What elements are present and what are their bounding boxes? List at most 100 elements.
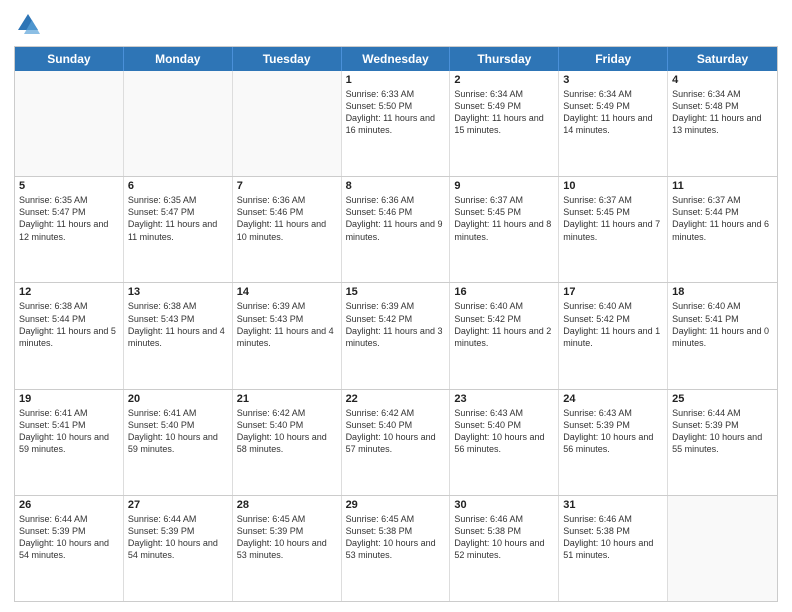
calendar-cell-day-15: 15 Sunrise: 6:39 AM Sunset: 5:42 PM Dayli… xyxy=(342,283,451,388)
cell-info: Sunrise: 6:39 AM Sunset: 5:42 PM Dayligh… xyxy=(346,300,446,349)
header-day-tuesday: Tuesday xyxy=(233,47,342,71)
day-number: 22 xyxy=(346,393,446,405)
calendar-cell-day-2: 2 Sunrise: 6:34 AM Sunset: 5:49 PM Daylig… xyxy=(450,71,559,176)
cell-info: Sunrise: 6:44 AM Sunset: 5:39 PM Dayligh… xyxy=(128,513,228,562)
calendar-cell-day-6: 6 Sunrise: 6:35 AM Sunset: 5:47 PM Daylig… xyxy=(124,177,233,282)
cell-info: Sunrise: 6:40 AM Sunset: 5:41 PM Dayligh… xyxy=(672,300,773,349)
cell-info: Sunrise: 6:35 AM Sunset: 5:47 PM Dayligh… xyxy=(128,194,228,243)
cell-info: Sunrise: 6:34 AM Sunset: 5:49 PM Dayligh… xyxy=(563,88,663,137)
calendar-cell-day-16: 16Sunrise: 6:40 AM Sunset: 5:42 PM Dayli… xyxy=(450,283,559,388)
day-number: 30 xyxy=(454,499,554,511)
calendar-cell-empty xyxy=(15,71,124,176)
page: SundayMondayTuesdayWednesdayThursdayFrid… xyxy=(0,0,792,612)
cell-info: Sunrise: 6:45 AM Sunset: 5:39 PM Dayligh… xyxy=(237,513,337,562)
calendar-cell-day-9: 9 Sunrise: 6:37 AM Sunset: 5:45 PM Daylig… xyxy=(450,177,559,282)
calendar-cell-day-20: 20 Sunrise: 6:41 AM Sunset: 5:40 PM Dayli… xyxy=(124,390,233,495)
cell-info: Sunrise: 6:34 AM Sunset: 5:48 PM Dayligh… xyxy=(672,88,773,137)
cell-info: Sunrise: 6:39 AM Sunset: 5:43 PM Dayligh… xyxy=(237,300,337,349)
header-day-wednesday: Wednesday xyxy=(342,47,451,71)
cell-info: Sunrise: 6:46 AM Sunset: 5:38 PM Dayligh… xyxy=(454,513,554,562)
header-day-saturday: Saturday xyxy=(668,47,777,71)
cell-info: Sunrise: 6:42 AM Sunset: 5:40 PM Dayligh… xyxy=(346,407,446,456)
day-number: 3 xyxy=(563,74,663,86)
day-number: 19 xyxy=(19,393,119,405)
cell-info: Sunrise: 6:34 AM Sunset: 5:49 PM Dayligh… xyxy=(454,88,554,137)
cell-info: Sunrise: 6:37 AM Sunset: 5:45 PM Dayligh… xyxy=(563,194,663,243)
calendar-cell-day-22: 22 Sunrise: 6:42 AM Sunset: 5:40 PM Dayli… xyxy=(342,390,451,495)
day-number: 15 xyxy=(346,286,446,298)
calendar-cell-day-8: 8Sunrise: 6:36 AM Sunset: 5:46 PM Daylig… xyxy=(342,177,451,282)
day-number: 28 xyxy=(237,499,337,511)
cell-info: Sunrise: 6:40 AM Sunset: 5:42 PM Dayligh… xyxy=(563,300,663,349)
cell-info: Sunrise: 6:45 AM Sunset: 5:38 PM Dayligh… xyxy=(346,513,446,562)
header-day-monday: Monday xyxy=(124,47,233,71)
calendar-row-3: 12Sunrise: 6:38 AM Sunset: 5:44 PM Dayli… xyxy=(15,282,777,388)
day-number: 25 xyxy=(672,393,773,405)
header-day-friday: Friday xyxy=(559,47,668,71)
calendar-cell-day-3: 3 Sunrise: 6:34 AM Sunset: 5:49 PM Daylig… xyxy=(559,71,668,176)
logo-icon xyxy=(14,10,42,38)
calendar-row-5: 26 Sunrise: 6:44 AM Sunset: 5:39 PM Dayli… xyxy=(15,495,777,601)
day-number: 13 xyxy=(128,286,228,298)
calendar-cell-day-19: 19 Sunrise: 6:41 AM Sunset: 5:41 PM Dayli… xyxy=(15,390,124,495)
calendar-cell-day-24: 24 Sunrise: 6:43 AM Sunset: 5:39 PM Dayli… xyxy=(559,390,668,495)
calendar-cell-day-13: 13 Sunrise: 6:38 AM Sunset: 5:43 PM Dayli… xyxy=(124,283,233,388)
calendar-cell-empty xyxy=(233,71,342,176)
day-number: 21 xyxy=(237,393,337,405)
calendar-cell-day-12: 12Sunrise: 6:38 AM Sunset: 5:44 PM Dayli… xyxy=(15,283,124,388)
cell-info: Sunrise: 6:41 AM Sunset: 5:40 PM Dayligh… xyxy=(128,407,228,456)
day-number: 10 xyxy=(563,180,663,192)
day-number: 29 xyxy=(346,499,446,511)
day-number: 17 xyxy=(563,286,663,298)
calendar-cell-day-7: 7Sunrise: 6:36 AM Sunset: 5:46 PM Daylig… xyxy=(233,177,342,282)
calendar-cell-day-26: 26 Sunrise: 6:44 AM Sunset: 5:39 PM Dayli… xyxy=(15,496,124,601)
calendar-row-1: 1Sunrise: 6:33 AM Sunset: 5:50 PM Daylig… xyxy=(15,71,777,176)
calendar-cell-day-11: 11 Sunrise: 6:37 AM Sunset: 5:44 PM Dayli… xyxy=(668,177,777,282)
calendar-row-4: 19 Sunrise: 6:41 AM Sunset: 5:41 PM Dayli… xyxy=(15,389,777,495)
calendar-cell-day-17: 17 Sunrise: 6:40 AM Sunset: 5:42 PM Dayli… xyxy=(559,283,668,388)
cell-info: Sunrise: 6:38 AM Sunset: 5:43 PM Dayligh… xyxy=(128,300,228,349)
cell-info: Sunrise: 6:46 AM Sunset: 5:38 PM Dayligh… xyxy=(563,513,663,562)
calendar-cell-day-4: 4 Sunrise: 6:34 AM Sunset: 5:48 PM Daylig… xyxy=(668,71,777,176)
calendar-cell-day-25: 25 Sunrise: 6:44 AM Sunset: 5:39 PM Dayli… xyxy=(668,390,777,495)
day-number: 20 xyxy=(128,393,228,405)
calendar-cell-day-5: 5Sunrise: 6:35 AM Sunset: 5:47 PM Daylig… xyxy=(15,177,124,282)
cell-info: Sunrise: 6:44 AM Sunset: 5:39 PM Dayligh… xyxy=(19,513,119,562)
header xyxy=(14,10,778,38)
cell-info: Sunrise: 6:37 AM Sunset: 5:45 PM Dayligh… xyxy=(454,194,554,243)
day-number: 26 xyxy=(19,499,119,511)
logo xyxy=(14,10,46,38)
day-number: 11 xyxy=(672,180,773,192)
calendar-cell-day-10: 10 Sunrise: 6:37 AM Sunset: 5:45 PM Dayli… xyxy=(559,177,668,282)
day-number: 4 xyxy=(672,74,773,86)
day-number: 31 xyxy=(563,499,663,511)
calendar-row-2: 5 Sunrise: 6:35 AM Sunset: 5:47 PM Daylig… xyxy=(15,176,777,282)
day-number: 18 xyxy=(672,286,773,298)
day-number: 9 xyxy=(454,180,554,192)
calendar-cell-day-29: 29 Sunrise: 6:45 AM Sunset: 5:38 PM Dayli… xyxy=(342,496,451,601)
day-number: 6 xyxy=(128,180,228,192)
day-number: 27 xyxy=(128,499,228,511)
calendar-cell-day-31: 31 Sunrise: 6:46 AM Sunset: 5:38 PM Dayli… xyxy=(559,496,668,601)
cell-info: Sunrise: 6:41 AM Sunset: 5:41 PM Dayligh… xyxy=(19,407,119,456)
cell-info: Sunrise: 6:37 AM Sunset: 5:44 PM Dayligh… xyxy=(672,194,773,243)
calendar-cell-day-18: 18 Sunrise: 6:40 AM Sunset: 5:41 PM Dayli… xyxy=(668,283,777,388)
cell-info: Sunrise: 6:44 AM Sunset: 5:39 PM Dayligh… xyxy=(672,407,773,456)
day-number: 16 xyxy=(454,286,554,298)
calendar: SundayMondayTuesdayWednesdayThursdayFrid… xyxy=(14,46,778,602)
cell-info: Sunrise: 6:38 AM Sunset: 5:44 PM Dayligh… xyxy=(19,300,119,349)
calendar-cell-empty xyxy=(668,496,777,601)
day-number: 14 xyxy=(237,286,337,298)
day-number: 2 xyxy=(454,74,554,86)
day-number: 23 xyxy=(454,393,554,405)
header-day-thursday: Thursday xyxy=(450,47,559,71)
cell-info: Sunrise: 6:43 AM Sunset: 5:40 PM Dayligh… xyxy=(454,407,554,456)
cell-info: Sunrise: 6:36 AM Sunset: 5:46 PM Dayligh… xyxy=(346,194,446,243)
calendar-cell-day-27: 27 Sunrise: 6:44 AM Sunset: 5:39 PM Dayli… xyxy=(124,496,233,601)
calendar-cell-day-1: 1Sunrise: 6:33 AM Sunset: 5:50 PM Daylig… xyxy=(342,71,451,176)
cell-info: Sunrise: 6:42 AM Sunset: 5:40 PM Dayligh… xyxy=(237,407,337,456)
cell-info: Sunrise: 6:43 AM Sunset: 5:39 PM Dayligh… xyxy=(563,407,663,456)
day-number: 24 xyxy=(563,393,663,405)
calendar-header: SundayMondayTuesdayWednesdayThursdayFrid… xyxy=(15,47,777,71)
day-number: 5 xyxy=(19,180,119,192)
